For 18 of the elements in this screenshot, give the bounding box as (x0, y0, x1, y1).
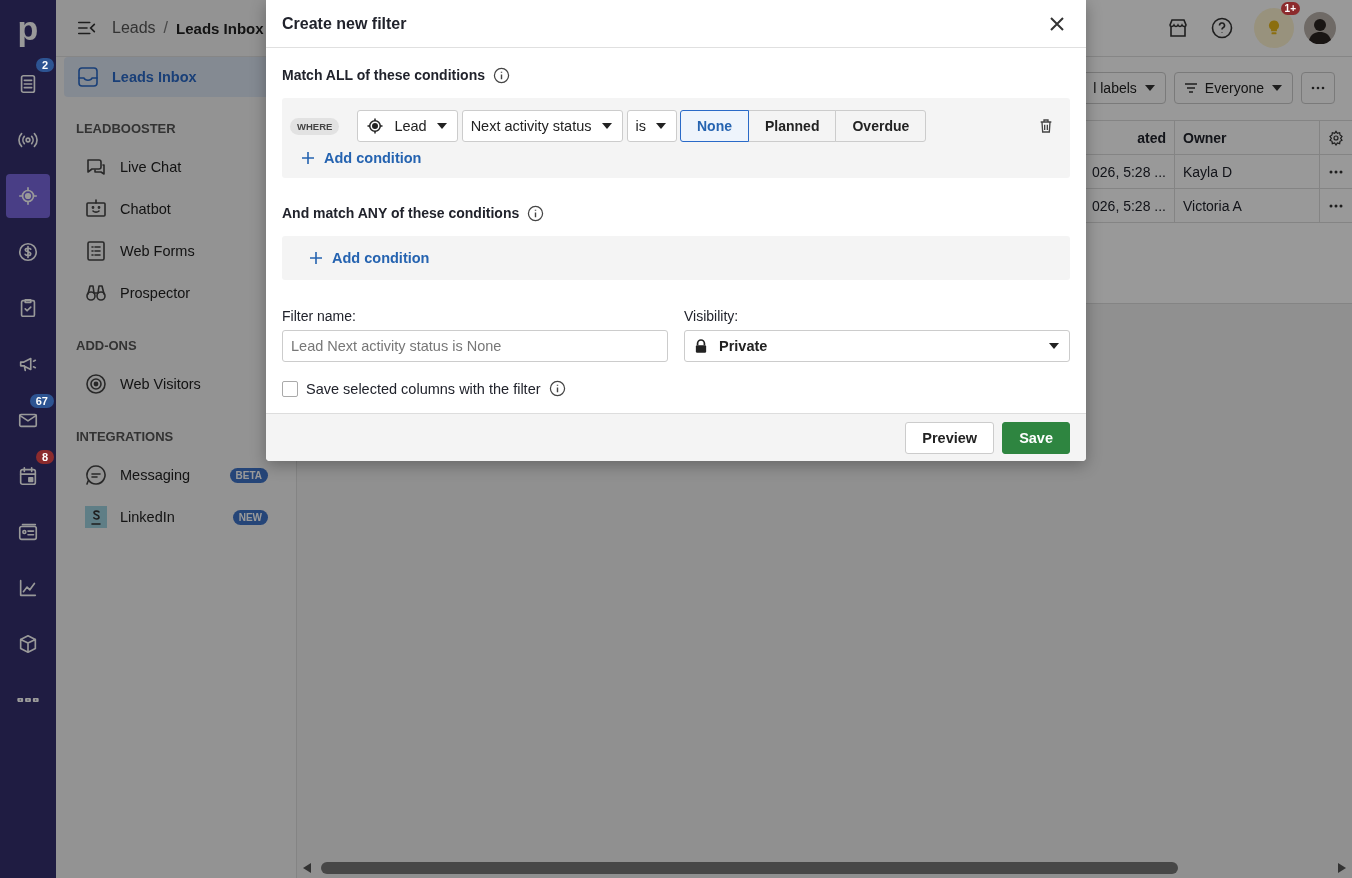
count-badge: 2 (35, 58, 54, 72)
where-label: WHERE (290, 117, 340, 135)
checkbox-label: Save selected columns with the filter (306, 380, 541, 397)
table-cell: Victoria A (1175, 189, 1320, 222)
status-tag: BETA (229, 467, 268, 483)
breadcrumb-current: Leads Inbox (176, 19, 264, 37)
table-cell: Kayla D (1175, 155, 1320, 188)
count-badge: 8 (35, 450, 54, 464)
breadcrumb-separator: / (163, 19, 169, 37)
notification-badge: 1+ (1280, 2, 1300, 15)
status-tag: NEW (232, 509, 268, 525)
section-title: And match ANY of these conditions (282, 205, 520, 221)
field-label: Filter name: (282, 308, 357, 324)
section-heading: INTEGRATIONS (75, 428, 175, 446)
section-heading: LEADBOOSTER (75, 120, 177, 138)
count-badge: 67 (29, 394, 54, 408)
dialog-title: Create new filter (282, 14, 407, 33)
field-label: Visibility: (684, 308, 740, 324)
